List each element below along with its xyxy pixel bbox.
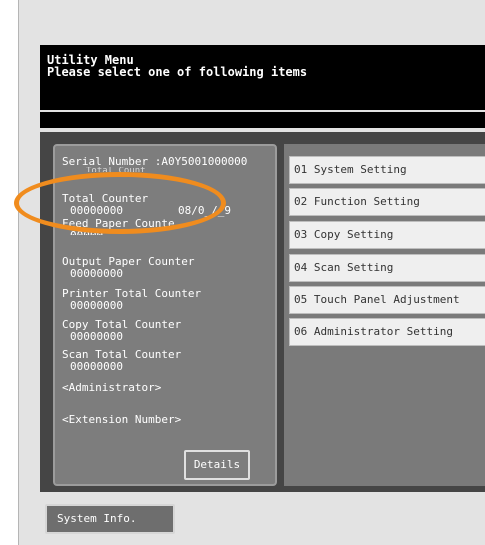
output-paper-counter-value: 00000000 bbox=[70, 267, 123, 280]
printer-total-counter-label: Printer Total Counter bbox=[62, 287, 202, 300]
copy-total-counter-label: Copy Total Counter bbox=[62, 318, 182, 331]
header-subtitle: Please select one of following items bbox=[47, 65, 308, 79]
menu-item-touch-panel-adjustment[interactable]: 05 Touch Panel Adjustment bbox=[289, 286, 485, 314]
menu-item-scan-setting[interactable]: 04 Scan Setting bbox=[289, 254, 485, 282]
extension-number-label: <Extension Number> bbox=[62, 413, 182, 426]
menu-item-administrator-setting[interactable]: 06 Administrator Setting bbox=[289, 318, 485, 346]
message-bar bbox=[40, 112, 485, 128]
output-paper-counter-label: Output Paper Counter bbox=[62, 255, 195, 268]
administrator-label: <Administrator> bbox=[62, 381, 162, 394]
menu-item-function-setting[interactable]: 02 Function Setting bbox=[289, 188, 485, 216]
menu-item-system-setting[interactable]: 01 System Setting bbox=[289, 156, 485, 184]
highlight-circle-annotation bbox=[14, 172, 226, 234]
copy-total-counter-value: 00000000 bbox=[70, 330, 123, 343]
scan-total-counter-value: 00000000 bbox=[70, 360, 123, 373]
printer-total-counter-value: 00000000 bbox=[70, 299, 123, 312]
utility-menu-header: Utility Menu Please select one of follow… bbox=[40, 45, 485, 110]
serial-number: Serial Number :A0Y5001000000 bbox=[62, 155, 248, 168]
system-info-button[interactable]: System Info. bbox=[45, 504, 175, 534]
details-button[interactable]: Details bbox=[184, 450, 250, 480]
scan-total-counter-label: Scan Total Counter bbox=[62, 348, 182, 361]
menu-item-copy-setting[interactable]: 03 Copy Setting bbox=[289, 221, 485, 249]
